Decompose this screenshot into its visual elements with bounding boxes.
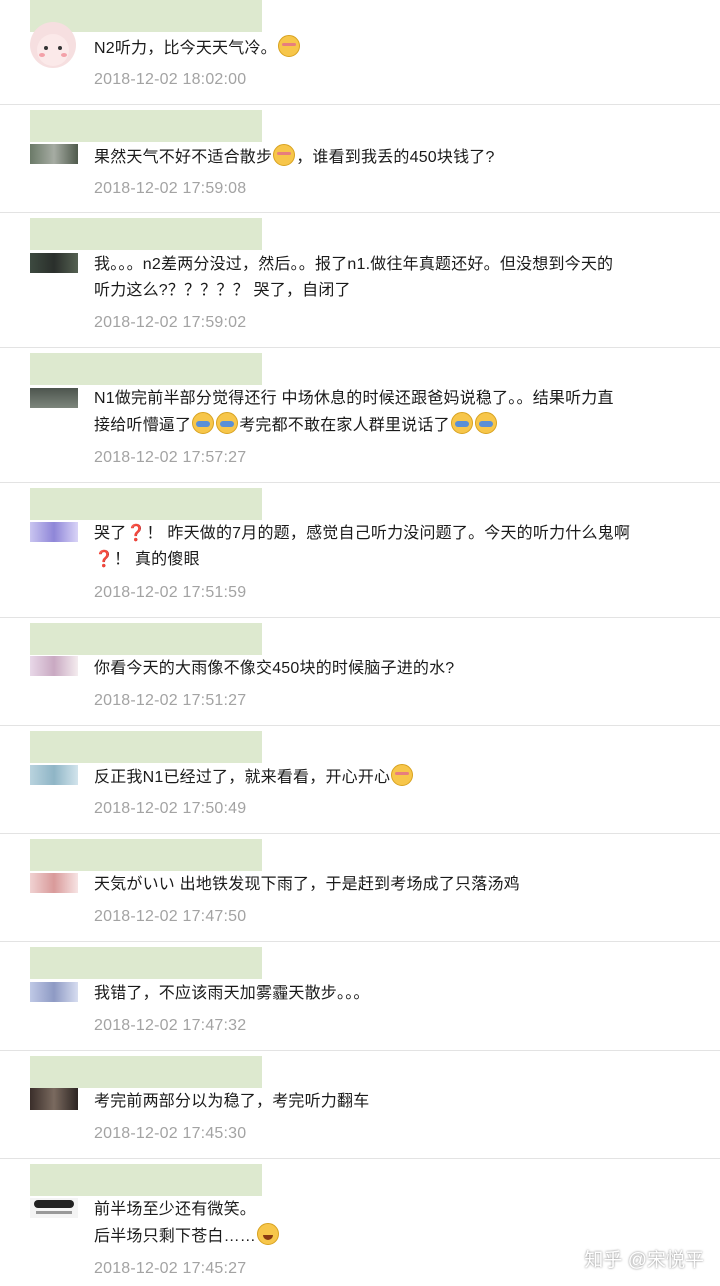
divider [0,104,720,105]
avatar[interactable] [30,253,78,273]
avatar[interactable] [30,1198,78,1218]
divider [0,347,720,348]
divider [0,833,720,834]
laughing-emoji-icon [257,1223,280,1245]
question-mark-icon: ❓ [126,525,147,542]
comment-text: 我错了，不应该雨天加雾霾天散步。。。 [94,985,370,1002]
shy-emoji-icon [273,144,296,166]
divider [0,1050,720,1051]
username-redacted [30,623,262,655]
divider [0,482,720,483]
comment-text: N1做完前半部分觉得还行 中场休息的时候还跟爸妈说稳了。。结果听力直 接给听懵逼… [94,390,614,434]
avatar[interactable] [30,522,78,542]
comment-timestamp: 2018-12-02 17:51:27 [94,692,247,709]
comment-timestamp: 2018-12-02 17:50:49 [94,800,247,817]
avatar[interactable] [30,873,78,893]
comment-timestamp: 2018-12-02 18:02:00 [94,71,247,88]
username-redacted [30,353,262,385]
divider [0,212,720,213]
comment-text: 我。。。n2差两分没过，然后。。报了n1.做往年真题还好。但没想到今天的 听力这… [94,256,614,299]
comment-timestamp: 2018-12-02 17:59:02 [94,314,247,331]
crying-emoji-icon [216,412,239,434]
divider [0,617,720,618]
avatar[interactable] [30,1088,78,1110]
username-redacted [30,218,262,250]
comment-text: 天気がいい 出地铁发现下雨了，于是赶到考场成了只落汤鸡 [94,876,520,893]
username-redacted [30,110,262,142]
comment-timestamp: 2018-12-02 17:47:32 [94,1017,247,1034]
username-redacted [30,1056,262,1088]
shy-emoji-icon [277,35,300,57]
avatar[interactable] [30,22,76,68]
avatar[interactable] [30,144,78,164]
crying-emoji-icon [450,412,473,434]
comment-timestamp: 2018-12-02 17:51:59 [94,584,247,601]
crying-emoji-icon [474,412,497,434]
comment-timestamp: 2018-12-02 17:57:27 [94,449,247,466]
comment-timestamp: 2018-12-02 17:45:27 [94,1260,247,1277]
avatar[interactable] [30,656,78,676]
comment-text: 反正我N1已经过了，就来看看，开心开心 [94,764,694,791]
comment-timestamp: 2018-12-02 17:59:08 [94,180,247,197]
avatar[interactable] [30,765,78,785]
comment-timestamp: 2018-12-02 17:47:50 [94,908,247,925]
divider [0,941,720,942]
avatar[interactable] [30,388,78,408]
username-redacted [30,1164,262,1196]
divider [0,725,720,726]
comment-text: 果然天气不好不适合散步 ，谁看到我丢的450块钱了? [94,144,694,171]
divider [0,1158,720,1159]
username-redacted [30,731,262,763]
comment-text: 前半场至少还有微笑。 后半场只剩下苍白…… [94,1197,694,1250]
comment-text: 考完前两部分以为稳了，考完听力翻车 [94,1093,370,1110]
comment-text: 你看今天的大雨像不像交450块的时候脑子进的水? [94,660,455,677]
avatar[interactable] [30,982,78,1002]
comment-timestamp: 2018-12-02 17:45:30 [94,1125,247,1142]
question-mark-icon: ❓ [94,551,115,568]
crying-emoji-icon [192,412,215,434]
username-redacted [30,839,262,871]
shy-emoji-icon [391,764,414,786]
username-redacted [30,947,262,979]
comment-text: 哭了❓！ 昨天做的7月的题，感觉自己听力没问题了。今天的听力什么鬼啊 ❓！ 真的… [94,525,631,568]
comment-text: N2听力，比今天天气冷。 [94,35,694,62]
username-redacted [30,488,262,520]
watermark: 知乎 @宋悦平 [584,1250,704,1271]
